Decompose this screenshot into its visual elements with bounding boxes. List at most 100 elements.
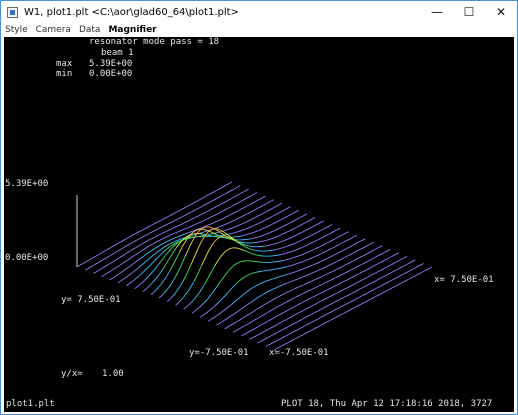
- mesh-line-segment: [331, 310, 335, 313]
- mesh-line-segment: [243, 234, 247, 236]
- mesh-line-segment: [163, 231, 167, 234]
- mesh-line-segment: [342, 312, 346, 315]
- mesh-line-segment: [185, 205, 189, 208]
- menu-style[interactable]: Style: [1, 25, 32, 35]
- mesh-line-segment: [345, 231, 349, 234]
- mesh-line-segment: [354, 289, 358, 293]
- mesh-line-segment: [125, 275, 129, 278]
- plot-canvas[interactable]: resonator mode pass = 18 beam 1 max 5.39…: [4, 37, 514, 412]
- mesh-line-segment: [182, 293, 187, 298]
- min-value: 0.00E+00: [89, 69, 133, 79]
- mesh-line-segment: [162, 255, 166, 259]
- mesh-line-segment: [271, 214, 275, 217]
- mesh-line-segment: [291, 264, 295, 266]
- mesh-line-segment: [223, 209, 227, 212]
- mesh-line-segment: [211, 226, 214, 229]
- maximize-button[interactable]: ☐: [453, 1, 485, 23]
- minimize-button[interactable]: —: [421, 1, 453, 23]
- mesh-line-segment: [134, 239, 138, 242]
- mesh-line-segment: [239, 241, 243, 243]
- mesh-line-segment: [264, 312, 268, 315]
- mesh-line-segment: [413, 274, 417, 278]
- mesh-line-segment: [226, 316, 230, 319]
- mesh-line-segment: [316, 238, 320, 241]
- mesh-line-segment: [362, 285, 366, 288]
- close-button[interactable]: ✕: [485, 1, 517, 23]
- y-min-label: y=-7.50E-01: [189, 348, 249, 358]
- mesh-line-segment: [284, 342, 288, 345]
- mesh-line-segment: [296, 312, 300, 315]
- mesh-line-segment: [153, 246, 157, 250]
- mesh-line-segment: [376, 254, 381, 257]
- mesh-line-segment: [337, 274, 341, 278]
- mesh-line-segment: [229, 303, 233, 307]
- menu-data[interactable]: Data: [75, 25, 105, 35]
- mesh-line-segment: [407, 262, 411, 265]
- mesh-line-segment: [298, 294, 302, 297]
- mesh-line-segment: [216, 323, 220, 326]
- mesh-line-segment: [226, 237, 230, 240]
- mesh-line-segment: [273, 332, 277, 335]
- mesh-line-segment: [133, 277, 137, 281]
- mesh-line-segment: [396, 267, 400, 270]
- mesh-line-segment: [141, 262, 145, 266]
- mesh-line-segment: [194, 308, 198, 312]
- menu-camera[interactable]: Camera: [32, 25, 75, 35]
- mesh-line-segment: [237, 185, 241, 188]
- mesh-line-segment: [394, 284, 399, 287]
- mesh-line-segment: [281, 336, 285, 339]
- mesh-line-segment: [296, 255, 300, 258]
- mesh-line-segment: [343, 232, 347, 235]
- mesh-line-segment: [179, 229, 183, 232]
- mesh-line-segment: [168, 255, 172, 260]
- mesh-line-segment: [288, 316, 292, 319]
- mesh-line-segment: [382, 259, 386, 262]
- mesh-line-segment: [246, 196, 250, 199]
- mesh-line-segment: [405, 271, 409, 274]
- mesh-line-segment: [202, 228, 206, 231]
- mesh-line-segment: [100, 259, 104, 262]
- mesh-line-segment: [273, 268, 276, 271]
- mesh-line-segment: [131, 279, 135, 283]
- mesh-line-segment: [158, 283, 162, 288]
- mesh-line-segment: [162, 250, 166, 254]
- mesh-line-segment: [329, 231, 333, 234]
- mesh-line-segment: [87, 259, 91, 262]
- mesh-line-segment: [184, 227, 188, 230]
- mesh-line-segment: [217, 204, 221, 207]
- mesh-line-segment: [237, 309, 241, 312]
- mesh-line-segment: [302, 325, 306, 328]
- mesh-line-segment: [126, 283, 130, 287]
- mesh-line-segment: [349, 245, 353, 248]
- mesh-line-segment: [219, 229, 223, 232]
- mesh-line-segment: [331, 262, 335, 265]
- mesh-line-segment: [299, 261, 303, 264]
- mesh-line-segment: [260, 212, 265, 215]
- mesh-line-segment: [321, 228, 325, 231]
- title-bar[interactable]: W1, plot1.plt <C:\aor\glad60_64\plot1.pl…: [1, 1, 517, 23]
- mesh-line-segment: [380, 268, 384, 271]
- mesh-line-segment: [391, 270, 395, 273]
- mesh-line-segment: [167, 215, 171, 218]
- mesh-line-segment: [337, 235, 342, 238]
- mesh-line-segment: [296, 217, 300, 220]
- mesh-line-segment: [336, 314, 341, 318]
- menu-magnifier[interactable]: Magnifier: [104, 25, 160, 35]
- mesh-line-segment: [147, 244, 152, 247]
- mesh-line-segment: [279, 247, 283, 250]
- mesh-line-segment: [267, 327, 271, 330]
- mesh-line-segment: [303, 283, 307, 286]
- mesh-line-segment: [379, 292, 383, 296]
- menu-bar: Style Camera Data Magnifier: [1, 23, 517, 37]
- mesh-line-segment: [194, 223, 198, 226]
- mesh-line-segment: [319, 237, 323, 240]
- mesh-line-segment: [323, 306, 327, 309]
- mesh-line-segment: [161, 292, 165, 296]
- mesh-line-segment: [219, 202, 224, 205]
- mesh-line-segment: [291, 271, 295, 274]
- mesh-line-segment: [418, 272, 422, 275]
- mesh-line-segment: [299, 326, 303, 329]
- mesh-line-segment: [359, 287, 363, 290]
- mesh-line-segment: [382, 251, 386, 254]
- mesh-line-segment: [203, 254, 208, 261]
